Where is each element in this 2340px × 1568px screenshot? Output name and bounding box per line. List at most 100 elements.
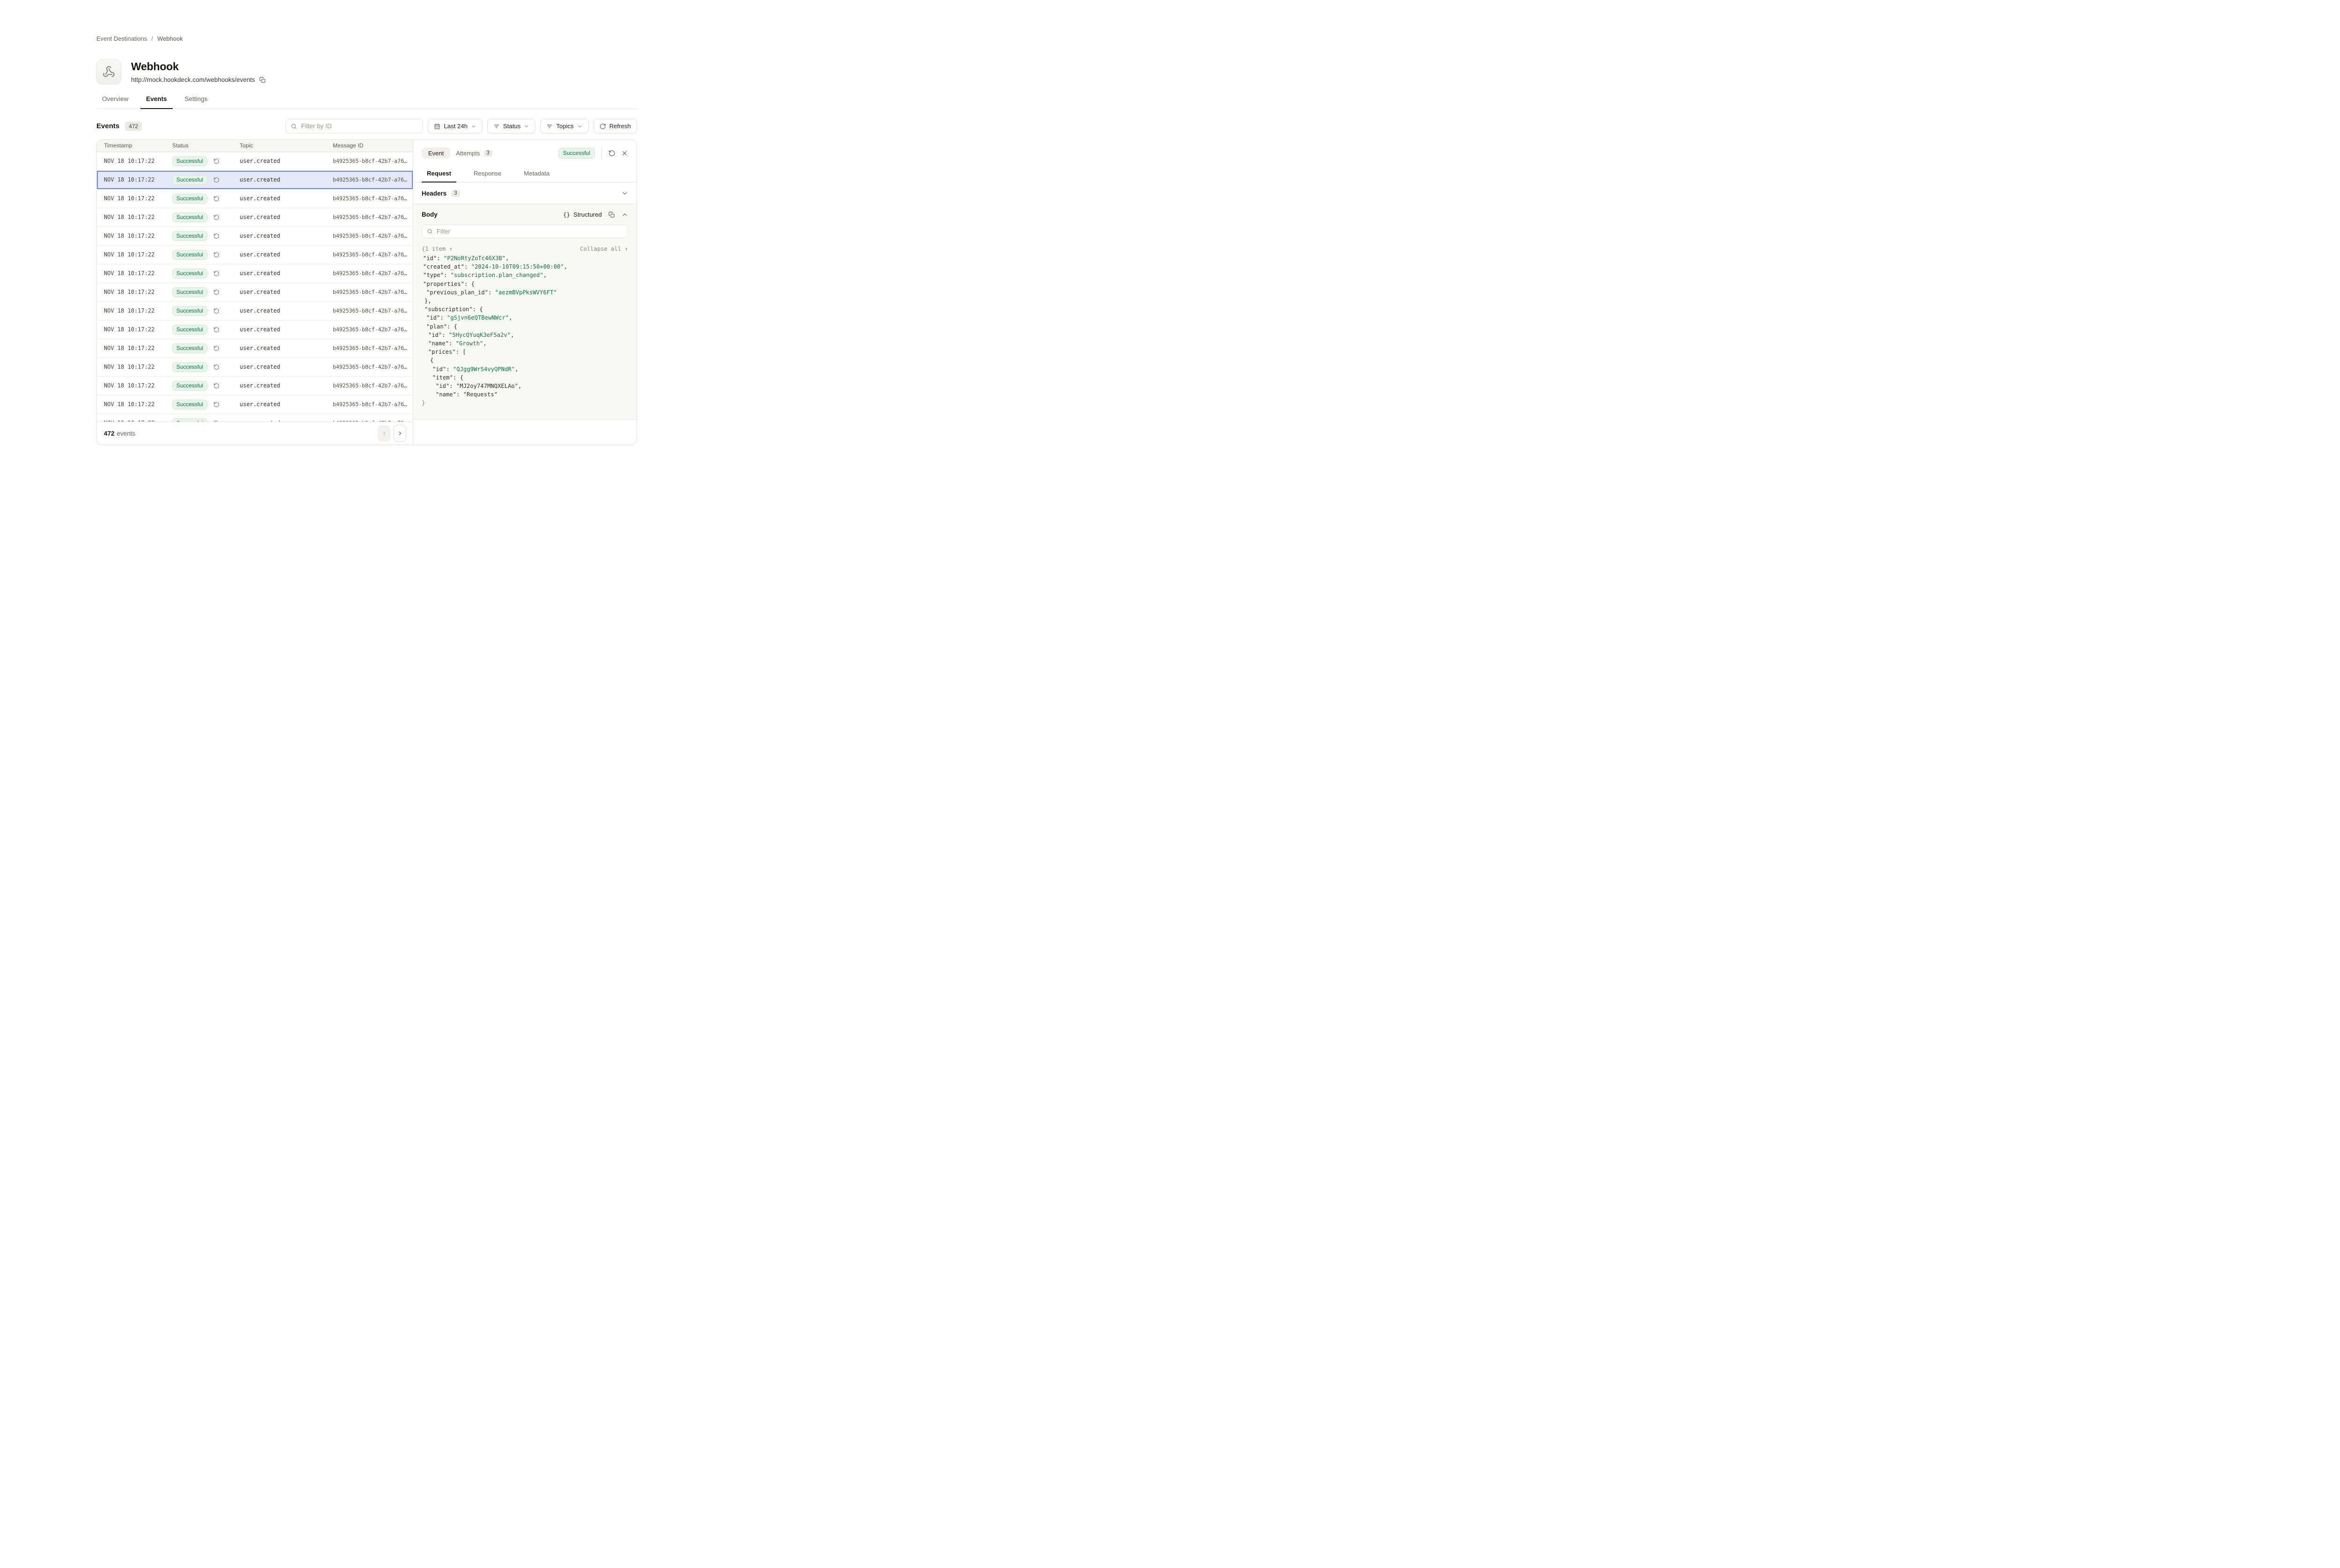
topic-cell: user.created	[240, 326, 333, 333]
breadcrumb-current: Webhook	[157, 35, 183, 42]
copy-body-icon[interactable]	[608, 211, 615, 218]
json-line: "id": "QJgg9WrS4vyQPNdR",	[422, 365, 628, 373]
close-icon[interactable]	[621, 150, 628, 157]
table-row[interactable]: NOV 18 10:17:22Successfuluser.createdb49…	[97, 339, 413, 358]
retry-icon[interactable]	[213, 364, 219, 370]
status-cell: Successful	[172, 269, 240, 278]
retry-icon[interactable]	[213, 233, 219, 239]
destination-icon-card	[96, 59, 121, 84]
table-row[interactable]: NOV 18 10:17:22Successfuluser.createdb49…	[97, 171, 413, 190]
table-row[interactable]: NOV 18 10:17:22Successfuluser.createdb49…	[97, 264, 413, 283]
table-row[interactable]: NOV 18 10:17:22Successfuluser.createdb49…	[97, 152, 413, 171]
table-row[interactable]: NOV 18 10:17:22Successfuluser.createdb49…	[97, 208, 413, 227]
json-line: "name": "Requests"	[422, 390, 628, 399]
topics-filter-button[interactable]: Topics	[540, 119, 588, 133]
retry-icon[interactable]	[213, 327, 219, 333]
panel-header: Event Attempts 3 Successful	[413, 140, 636, 166]
table-row[interactable]: NOV 18 10:17:22Successfuluser.createdb49…	[97, 321, 413, 339]
json-line: "name": "Growth",	[422, 339, 628, 348]
table-row[interactable]: NOV 18 10:17:22Successfuluser.createdb49…	[97, 227, 413, 246]
tab-metadata[interactable]: Metadata	[519, 166, 555, 182]
tab-response[interactable]: Response	[468, 166, 506, 182]
timestamp-cell: NOV 18 10:17:22	[104, 401, 172, 408]
events-card: TimestampStatusTopicMessage ID NOV 18 10…	[96, 139, 637, 445]
retry-icon[interactable]	[213, 158, 219, 164]
table-row[interactable]: NOV 18 10:17:22Successfuluser.createdb49…	[97, 377, 413, 395]
status-badge: Successful	[172, 250, 207, 260]
page-title: Webhook	[131, 60, 266, 73]
body-filter-input[interactable]	[437, 228, 623, 235]
tab-events[interactable]: Events	[140, 95, 172, 109]
status-cell: Successful	[172, 287, 240, 297]
headers-section[interactable]: Headers 3	[413, 182, 636, 204]
time-range-button[interactable]: Last 24h	[428, 119, 483, 133]
breadcrumb: Event Destinations / Webhook	[96, 35, 637, 42]
retry-icon[interactable]	[213, 289, 219, 295]
table-row[interactable]: NOV 18 10:17:22Successfuluser.createdb49…	[97, 190, 413, 208]
column-header: Message ID	[333, 142, 408, 149]
json-line: "id": "P2NoRtyZoTc46X3B",	[422, 254, 628, 263]
retry-icon[interactable]	[213, 345, 219, 351]
status-badge: Successful	[172, 418, 207, 422]
timestamp-cell: NOV 18 10:17:22	[104, 364, 172, 370]
next-page-button[interactable]	[394, 425, 406, 442]
retry-icon[interactable]	[213, 214, 219, 220]
json-line: "id": "gSjvn6eQTBewNWcr",	[422, 314, 628, 322]
tab-overview[interactable]: Overview	[96, 95, 134, 109]
event-detail-panel: Event Attempts 3 Successful Re	[413, 140, 636, 445]
status-filter-button[interactable]: Status	[487, 119, 535, 133]
table-row[interactable]: NOV 18 10:17:22Successfuluser.createdb49…	[97, 283, 413, 302]
column-header: Topic	[240, 142, 333, 149]
table-row[interactable]: NOV 18 10:17:22Successfuluser.createdb49…	[97, 358, 413, 377]
attempts-count-badge: 3	[484, 150, 492, 157]
events-total-label: events	[117, 430, 136, 437]
table-row[interactable]: NOV 18 10:17:22Successfuluser.createdb49…	[97, 414, 413, 422]
table-row[interactable]: NOV 18 10:17:22Successfuluser.createdb49…	[97, 395, 413, 414]
retry-icon[interactable]	[213, 177, 219, 183]
table-row[interactable]: NOV 18 10:17:22Successfuluser.createdb49…	[97, 302, 413, 321]
body-filter-box	[422, 225, 628, 238]
json-items-meta[interactable]: {1 item ↑	[422, 246, 453, 252]
tab-request[interactable]: Request	[422, 166, 456, 182]
status-badge: Successful	[172, 212, 207, 222]
retry-icon[interactable]	[213, 252, 219, 258]
collapse-all-button[interactable]: Collapse all ↑	[580, 246, 628, 252]
json-line: "subscription": {	[422, 305, 628, 314]
timestamp-cell: NOV 18 10:17:22	[104, 233, 172, 239]
topic-cell: user.created	[240, 270, 333, 277]
chevron-left-icon	[381, 430, 388, 437]
retry-icon[interactable]	[213, 383, 219, 389]
status-cell: Successful	[172, 325, 240, 335]
events-table-footer: 472events	[97, 422, 413, 445]
attempts-toggle-button[interactable]: Attempts 3	[456, 150, 492, 157]
refresh-button[interactable]: Refresh	[593, 119, 637, 133]
message-id-cell: b4925365-b8cf-42b7-a76…	[333, 345, 408, 351]
page: Event Destinations / Webhook Webhook htt…	[0, 0, 637, 445]
retry-icon[interactable]	[213, 270, 219, 277]
event-toggle-button[interactable]: Event	[422, 147, 450, 159]
retry-event-icon[interactable]	[608, 150, 615, 157]
status-cell: Successful	[172, 400, 240, 409]
filter-by-id-input[interactable]	[301, 123, 418, 130]
pagination	[378, 425, 406, 442]
table-row[interactable]: NOV 18 10:17:22Successfuluser.createdb49…	[97, 246, 413, 264]
status-filter-label: Status	[503, 123, 520, 130]
json-line: "previous_plan_id": "aezmBVpPksWVY6FT"	[422, 288, 628, 297]
tab-settings[interactable]: Settings	[179, 95, 213, 109]
timestamp-cell: NOV 18 10:17:22	[104, 326, 172, 333]
timestamp-cell: NOV 18 10:17:22	[104, 214, 172, 220]
chevron-down-icon[interactable]	[622, 190, 628, 197]
refresh-icon	[600, 123, 606, 130]
collapse-body-chevron-up-icon[interactable]	[622, 211, 628, 218]
retry-icon[interactable]	[213, 196, 219, 202]
chevron-down-icon	[471, 124, 476, 129]
structured-view-toggle[interactable]: {} Structured	[563, 211, 602, 218]
retry-icon[interactable]	[213, 401, 219, 408]
retry-icon[interactable]	[213, 308, 219, 314]
message-id-cell: b4925365-b8cf-42b7-a76…	[333, 251, 408, 258]
copy-url-icon[interactable]	[259, 77, 266, 83]
topic-cell: user.created	[240, 345, 333, 351]
message-id-cell: b4925365-b8cf-42b7-a76…	[333, 364, 408, 370]
breadcrumb-parent-link[interactable]: Event Destinations	[96, 35, 147, 42]
prev-page-button[interactable]	[378, 425, 390, 442]
